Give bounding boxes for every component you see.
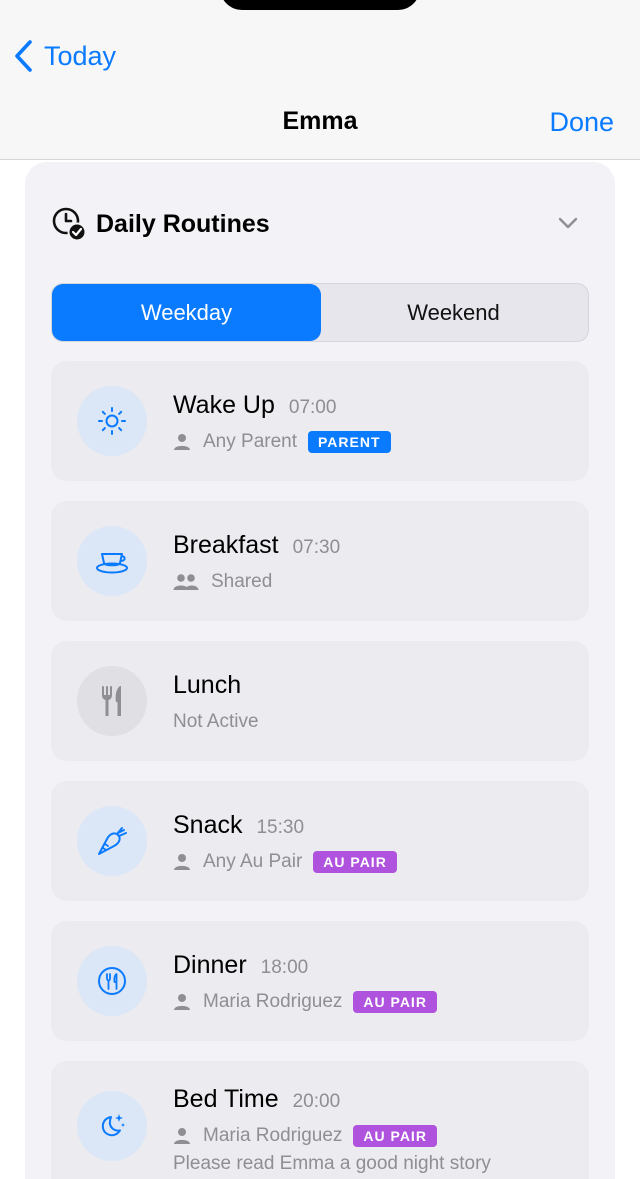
routine-name: Bed Time: [173, 1085, 279, 1113]
routine-name: Snack: [173, 811, 243, 839]
routine-assignee: Any Au Pair: [203, 851, 303, 872]
moon-stars-icon: [101, 1114, 125, 1137]
navigation-bar: Today Emma Done: [0, 0, 640, 160]
routine-assignee: Maria Rodriguez: [203, 1125, 343, 1146]
routine-row-lunch[interactable]: Lunch Not Active: [51, 641, 589, 761]
back-label: Today: [44, 40, 117, 71]
dynamic-island: [220, 0, 420, 10]
routine-row-dinner[interactable]: Dinner 18:00 Maria Rodriguez AU PAIR: [51, 921, 589, 1041]
person-icon: [174, 854, 190, 870]
section-header[interactable]: Daily Routines: [51, 204, 595, 244]
routine-note: Please read Emma a good night story: [173, 1153, 491, 1174]
routine-icon-container: [77, 526, 147, 596]
routine-icon-container: [77, 1091, 147, 1161]
person-icon: [174, 994, 190, 1010]
routine-time: 15:30: [256, 817, 305, 838]
section-title: Daily Routines: [96, 209, 270, 238]
routine-icon-container: [77, 386, 147, 456]
carrot-icon: [98, 827, 127, 855]
people-icon: [173, 574, 199, 590]
routine-name: Lunch: [173, 671, 242, 699]
done-button[interactable]: Done: [549, 107, 614, 138]
page-title: Emma: [282, 107, 358, 135]
day-type-segmented-control: Weekday Weekend: [51, 283, 589, 342]
segment-weekend[interactable]: Weekend: [319, 284, 588, 341]
routine-name: Dinner: [173, 951, 247, 979]
routine-name: Wake Up: [173, 391, 275, 419]
back-button[interactable]: Today: [12, 36, 116, 76]
routines-card: Daily Routines Weekday Weekend Wake Up 0…: [25, 162, 615, 1179]
routine-assignee: Any Parent: [203, 431, 297, 452]
chevron-down-icon[interactable]: [557, 212, 579, 234]
routine-time: 18:00: [260, 957, 309, 978]
cup-icon: [96, 553, 128, 574]
person-icon: [174, 1128, 190, 1144]
role-badge-parent: PARENT: [308, 431, 391, 453]
chevron-left-icon: [15, 40, 32, 72]
routine-assignee: Shared: [211, 571, 273, 592]
fork-knife-circle-icon: [98, 967, 126, 995]
routine-name: Breakfast: [173, 531, 279, 559]
routine-row-wake-up[interactable]: Wake Up 07:00 Any Parent PARENT: [51, 361, 589, 481]
role-badge-au-pair: AU PAIR: [353, 1125, 437, 1147]
routine-time: 20:00: [292, 1091, 341, 1112]
fork-knife-icon: [102, 686, 121, 716]
person-icon: [174, 434, 190, 450]
routine-row-breakfast[interactable]: Breakfast 07:30 Shared: [51, 501, 589, 621]
routine-row-bed-time[interactable]: Bed Time 20:00 Maria Rodriguez AU PAIR P…: [51, 1061, 589, 1179]
routine-status: Not Active: [173, 711, 259, 732]
routine-icon-container: [77, 806, 147, 876]
routine-icon-container: [77, 946, 147, 1016]
routine-time: 07:30: [292, 537, 341, 558]
routine-row-snack[interactable]: Snack 15:30 Any Au Pair AU PAIR: [51, 781, 589, 901]
routine-assignee: Maria Rodriguez: [203, 991, 343, 1012]
clock-check-icon: [52, 207, 87, 242]
sun-icon: [98, 407, 126, 435]
role-badge-au-pair: AU PAIR: [313, 851, 397, 873]
screen: Today Emma Done Daily Routines Weekday W…: [0, 0, 640, 1179]
role-badge-au-pair: AU PAIR: [353, 991, 437, 1013]
routine-icon-container: [77, 666, 147, 736]
segment-weekday[interactable]: Weekday: [52, 284, 321, 341]
routine-time: 07:00: [288, 397, 337, 418]
